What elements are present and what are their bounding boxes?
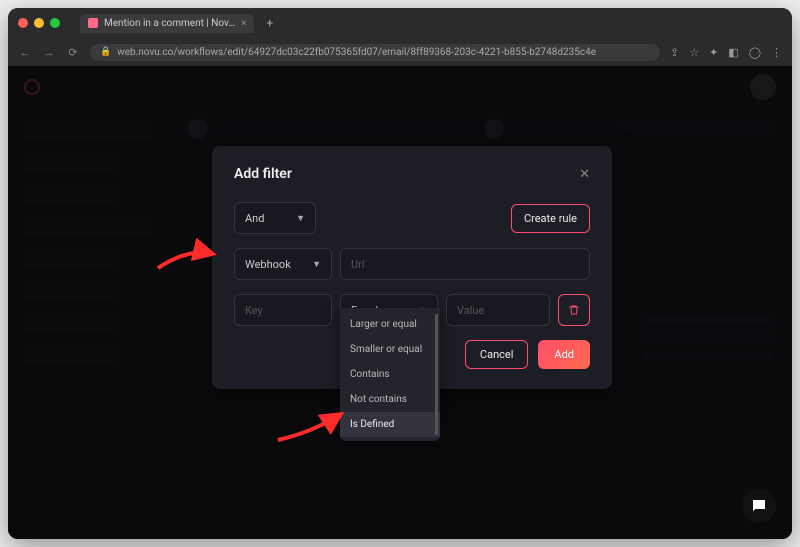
dropdown-option-highlighted[interactable]: Is Defined [340, 412, 440, 437]
url-bar-row: ← → ⟳ 🔒 web.novu.co/workflows/edit/64927… [8, 38, 792, 66]
window-min-dot[interactable] [34, 18, 44, 28]
dropdown-option[interactable]: Not contains [340, 387, 440, 412]
chevron-down-icon: ▼ [312, 259, 321, 270]
combinator-select[interactable]: And ▼ [234, 202, 316, 234]
url-text: web.novu.co/workflows/edit/64927dc03c22f… [117, 47, 596, 58]
chat-icon [750, 497, 768, 515]
value-input[interactable]: Value [446, 294, 550, 326]
close-icon[interactable]: ✕ [579, 167, 590, 182]
tab-title: Mention in a comment | Nov… [104, 18, 235, 29]
dropdown-scrollbar[interactable] [435, 314, 438, 435]
tab-favicon [88, 18, 98, 28]
delete-rule-button[interactable] [558, 294, 590, 326]
on-select-value: Webhook [245, 258, 291, 271]
window-close-dot[interactable] [18, 18, 28, 28]
url-field[interactable]: 🔒 web.novu.co/workflows/edit/64927dc03c2… [90, 44, 660, 61]
lock-icon: 🔒 [100, 47, 111, 57]
trash-icon [568, 304, 580, 316]
nav-reload-icon[interactable]: ⟳ [66, 46, 80, 59]
bookmark-icon[interactable]: ◧ [728, 46, 738, 59]
url-input[interactable]: Url [340, 248, 590, 280]
nav-back-icon[interactable]: ← [18, 46, 32, 59]
tab-close-icon[interactable]: × [241, 18, 246, 29]
browser-window: Mention in a comment | Nov… × + ← → ⟳ 🔒 … [8, 8, 792, 539]
menu-icon[interactable]: ⋮ [771, 46, 782, 59]
chevron-down-icon: ▼ [296, 213, 305, 224]
annotation-arrow [153, 238, 223, 278]
combinator-value: And [245, 212, 264, 225]
nav-forward-icon[interactable]: → [42, 46, 56, 59]
modal-title: Add filter [234, 166, 292, 182]
profile-icon[interactable]: ◯ [749, 46, 761, 59]
dropdown-option[interactable]: Larger or equal [340, 312, 440, 337]
cancel-button[interactable]: Cancel [465, 340, 528, 369]
chat-widget[interactable] [742, 489, 776, 523]
dropdown-option[interactable]: Smaller or equal [340, 337, 440, 362]
share-icon[interactable]: ⇪ [670, 46, 679, 59]
extensions-icon[interactable]: ✦ [709, 46, 718, 59]
dropdown-option[interactable]: Contains [340, 362, 440, 387]
add-button[interactable]: Add [538, 340, 590, 369]
on-select[interactable]: Webhook ▼ [234, 248, 332, 280]
window-max-dot[interactable] [50, 18, 60, 28]
key-input[interactable]: Key [234, 294, 332, 326]
titlebar: Mention in a comment | Nov… × + [8, 8, 792, 38]
new-tab-button[interactable]: + [266, 16, 273, 30]
browser-tab[interactable]: Mention in a comment | Nov… × [80, 14, 254, 33]
create-rule-button[interactable]: Create rule [511, 204, 590, 233]
star-icon[interactable]: ☆ [689, 46, 699, 59]
operator-dropdown: Larger or equal Smaller or equal Contain… [340, 308, 440, 441]
annotation-arrow [273, 406, 353, 446]
